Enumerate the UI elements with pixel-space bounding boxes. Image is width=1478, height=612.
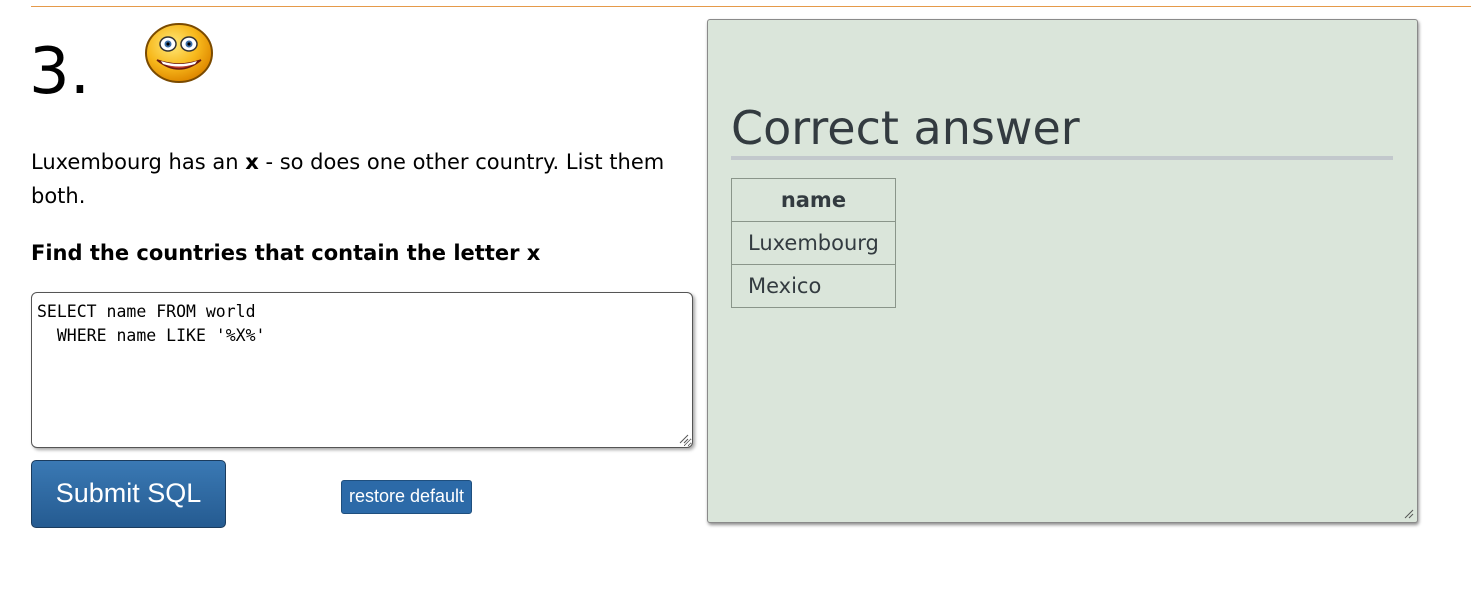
question-text-part: Luxembourg has an [31, 150, 246, 174]
top-divider [31, 6, 1471, 7]
submit-sql-button[interactable]: Submit SQL [31, 460, 226, 528]
result-table: name Luxembourg Mexico [731, 178, 896, 308]
question-letter: x [245, 150, 259, 174]
table-row: Luxembourg [731, 221, 896, 265]
sql-editor[interactable]: SELECT name FROM world WHERE name LIKE '… [31, 292, 693, 448]
question-text: Luxembourg has an x - so does one other … [31, 145, 681, 213]
resize-grip-icon[interactable] [1404, 509, 1414, 519]
table-header-row: name [731, 178, 896, 222]
restore-default-button[interactable]: restore default [341, 480, 472, 514]
answer-panel: Correct answer name Luxembourg Mexico [707, 19, 1418, 523]
smiley-face-icon [145, 23, 213, 83]
answer-title: Correct answer [731, 100, 1393, 160]
task-heading: Find the countries that contain the lett… [31, 241, 541, 265]
column-header-name: name [731, 178, 896, 222]
question-number: 3. [29, 35, 91, 109]
table-cell: Mexico [731, 264, 896, 308]
table-cell: Luxembourg [731, 221, 896, 265]
table-row: Mexico [731, 264, 896, 308]
